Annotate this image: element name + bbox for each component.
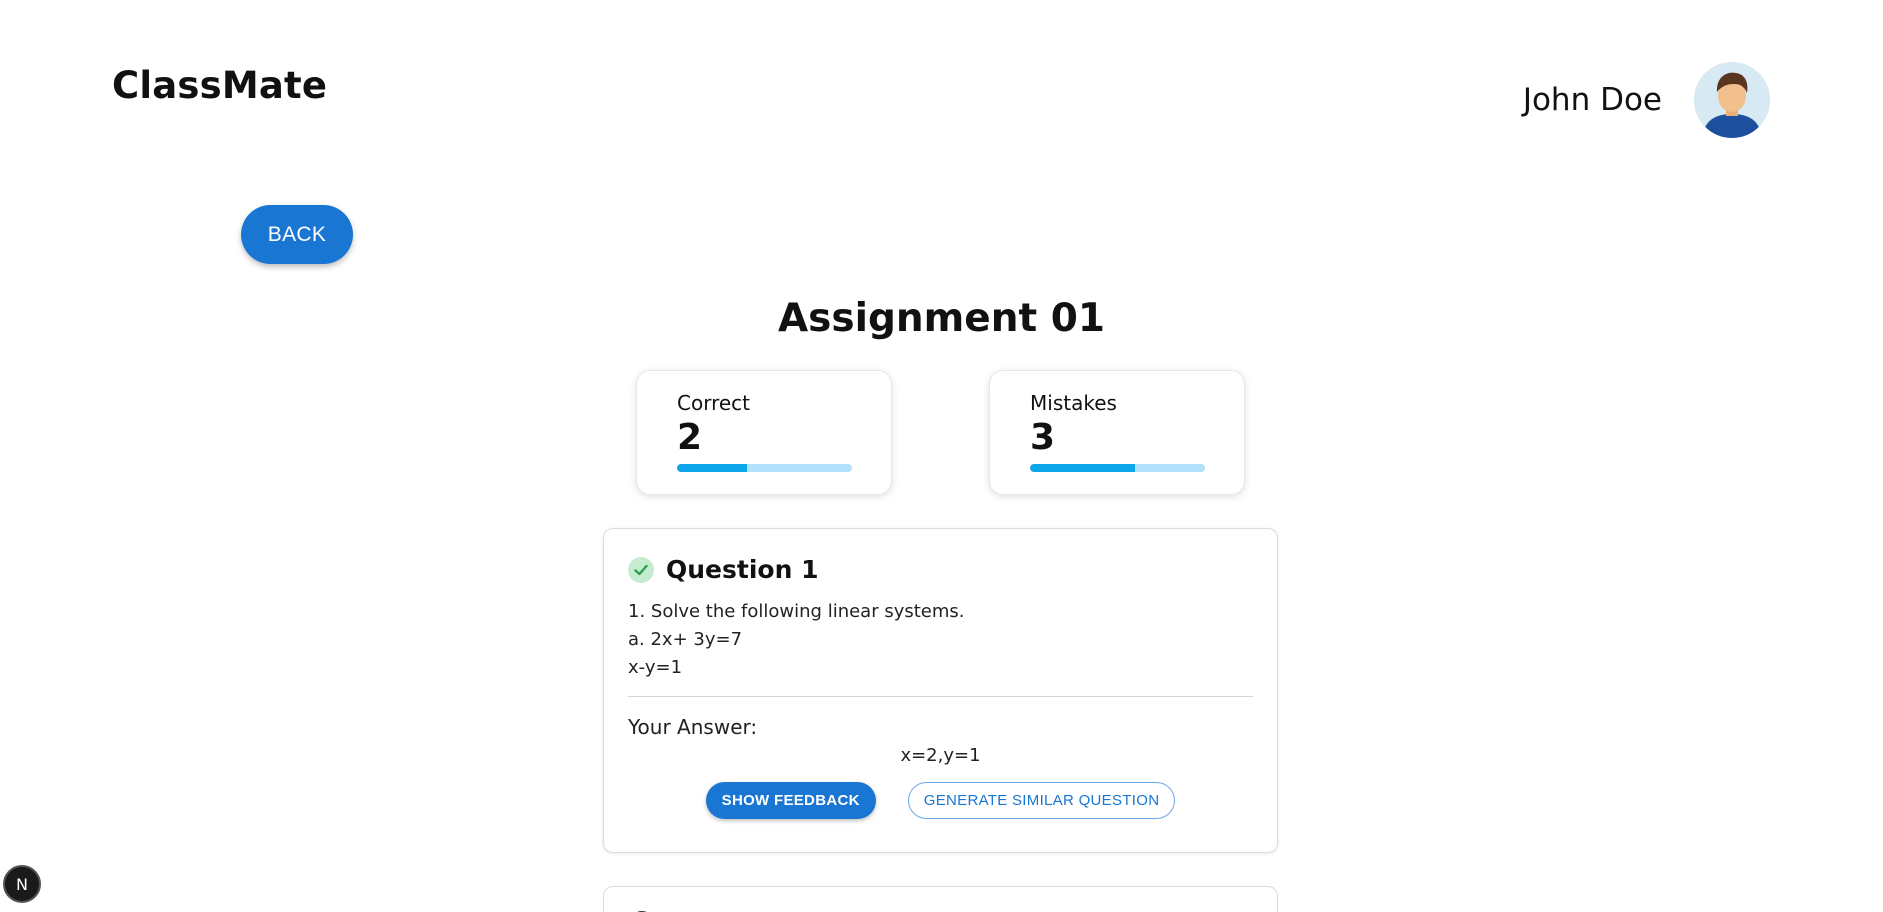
question-card	[603, 886, 1278, 912]
question-line: a. 2x+ 3y=7	[628, 629, 743, 650]
stat-value: 2	[677, 417, 703, 458]
question-line: 1. Solve the following linear systems.	[628, 601, 965, 622]
progress-fill	[1030, 464, 1135, 472]
generate-similar-question-button[interactable]: GENERATE SIMILAR QUESTION	[907, 782, 1176, 819]
progress-fill	[677, 464, 747, 472]
question-actions: SHOW FEEDBACK GENERATE SIMILAR QUESTION	[628, 782, 1253, 819]
show-feedback-button[interactable]: SHOW FEEDBACK	[705, 782, 876, 819]
nextjs-dev-indicator[interactable]: N	[3, 865, 41, 903]
stat-label: Correct	[677, 391, 750, 415]
question-title: Question 1	[666, 555, 819, 584]
answer-label: Your Answer:	[628, 715, 758, 739]
brand-logo[interactable]: ClassMate	[112, 64, 327, 107]
user-name: John Doe	[1522, 82, 1662, 118]
back-button[interactable]: BACK	[241, 205, 353, 264]
divider	[628, 696, 1253, 697]
question-text: 1. Solve the following linear systems. a…	[628, 598, 1253, 682]
stat-card-mistakes: Mistakes 3	[989, 370, 1245, 495]
question-card: Question 1 1. Solve the following linear…	[603, 528, 1278, 853]
question-header: Question 1	[628, 555, 1253, 584]
page-title: Assignment 01	[777, 296, 1105, 341]
stat-value: 3	[1030, 417, 1056, 458]
stat-label: Mistakes	[1030, 391, 1117, 415]
page: ClassMate John Doe BACK Assignment 01 Co…	[0, 0, 1883, 912]
stat-card-correct: Correct 2	[636, 370, 892, 495]
answer-value: x=2,y=1	[900, 745, 981, 766]
progress-bar	[677, 464, 852, 472]
progress-bar	[1030, 464, 1205, 472]
user-avatar-icon	[1694, 62, 1770, 138]
check-circle-icon	[628, 556, 654, 583]
user-profile[interactable]: John Doe	[1523, 62, 1770, 138]
avatar[interactable]	[1694, 62, 1770, 138]
question-line: x-y=1	[628, 657, 683, 678]
